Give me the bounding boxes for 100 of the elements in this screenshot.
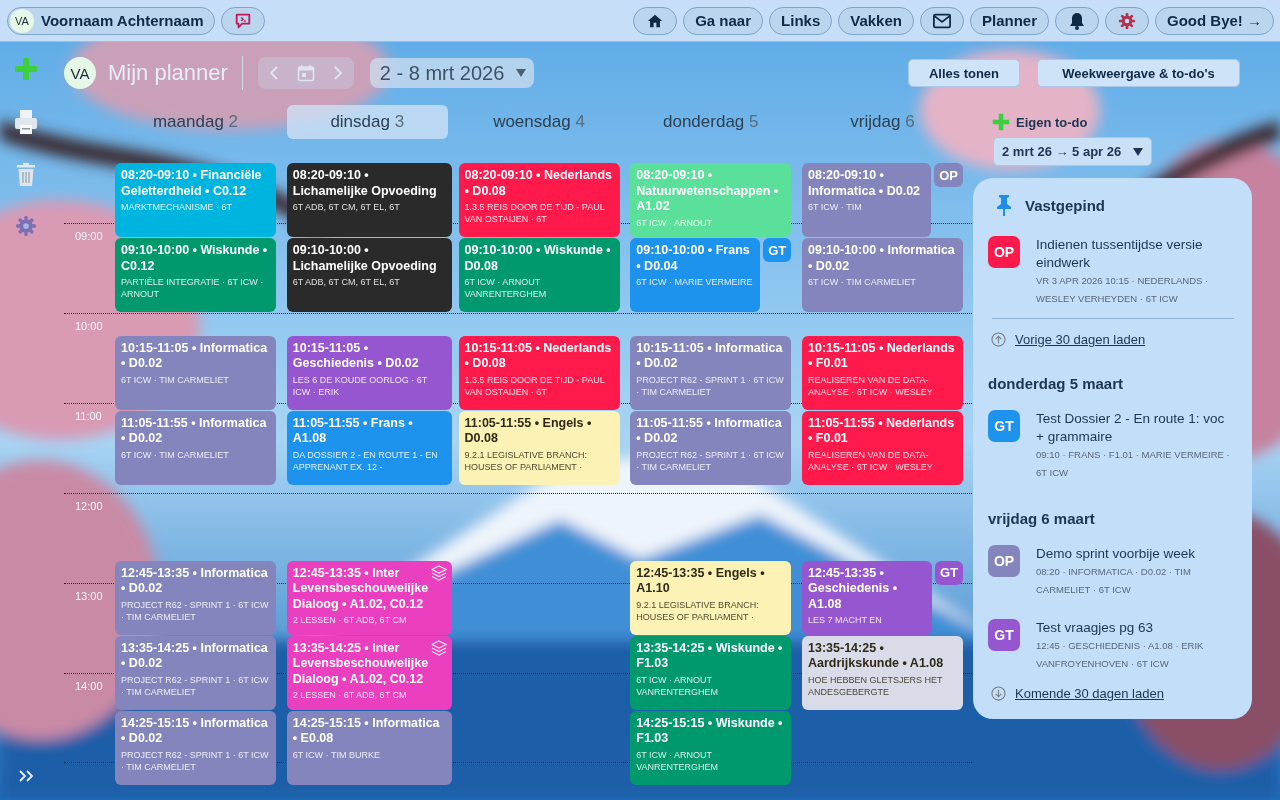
caret-icon bbox=[1133, 147, 1144, 156]
user-name: Voornaam Achternaam bbox=[41, 12, 204, 29]
lesson-card[interactable]: 14:25-15:15 • Informatica • E0.08 6T ICW · TIM BURKE bbox=[286, 710, 453, 785]
mail-button[interactable] bbox=[919, 6, 964, 35]
lesson-title: 09:10-10:00 • Wiskunde • D0.08 bbox=[464, 243, 612, 274]
todo-tag: GT bbox=[988, 410, 1020, 442]
lesson-card[interactable]: 12:45-13:35 • Engels • A1.10 9.2.1 LEGISLATIVE BRANCH: HOUSES OF PARLIAMENT · bbox=[630, 560, 792, 635]
todo-title: Eigen to-do bbox=[1016, 114, 1088, 130]
nav-button[interactable]: Ga naar bbox=[683, 6, 764, 35]
lesson-card[interactable]: 08:20-09:10 • Nederlands • D0.08 1.3.5 REIS DOOR DE TIJD - PAUL VAN OSTAIJEN · 6T bbox=[458, 163, 620, 237]
printer-icon[interactable] bbox=[14, 109, 38, 135]
lesson-card[interactable]: 12:45-13:35 • Geschiedenis • A1.08 LES 7 MACHT EN bbox=[802, 560, 932, 635]
chat-button[interactable] bbox=[220, 6, 265, 35]
day-tab[interactable]: vrijdag 6 bbox=[802, 105, 963, 139]
lesson-card[interactable]: 10:15-11:05 • Geschiedenis • D0.02 LES 6 DE KOUDE OORLOG · 6T ICW · ERIK bbox=[286, 335, 453, 410]
lesson-card[interactable]: 10:15-11:05 • Informatica • D0.02 6T ICW · TIM CARMELIET bbox=[115, 335, 276, 410]
lesson-card[interactable]: 10:15-11:05 • Nederlands • F0.01 REALISEREN VAN DE DATA-ANALYSE · 6T ICW · WESLEY bbox=[802, 335, 963, 410]
lesson-title: 11:05-11:55 • Informatica • D0.02 bbox=[121, 415, 268, 447]
settings-icon bbox=[1118, 11, 1136, 30]
lesson-card[interactable]: 11:05-11:55 • Frans • A1.08 DA DOSSIER 2 - EN ROUTE 1 - EN APPRENANT EX. 12 - bbox=[286, 410, 453, 485]
lesson-detail: 6T ICW · ARNOUT VANRENTERGHEM bbox=[636, 673, 720, 698]
lesson-detail: 6T ADB, 6T CM, 6T EL, 6T bbox=[292, 276, 401, 288]
todo-meta: 12:45 · GESCHIEDENIS · A1.08 · ERIK VANFROYENHOVEN · 6T ICW bbox=[1036, 639, 1205, 671]
lesson-card[interactable]: 08:20-09:10 • Informatica • D0.02 6T ICW · TIM bbox=[802, 163, 932, 237]
view-button[interactable]: Alles tonen bbox=[908, 59, 1020, 87]
hour-label: 09:00 bbox=[75, 230, 103, 242]
user-menu-button[interactable]: VA Voornaam Achternaam bbox=[7, 6, 215, 35]
bell-icon bbox=[1069, 11, 1085, 30]
lesson-card[interactable]: 09:10-10:00 • Lichamelijke Opvoeding 6T ADB, 6T CM, 6T EL, 6T bbox=[286, 238, 453, 312]
week-dropdown[interactable]: 2 - 8 mrt 2026 bbox=[369, 58, 535, 88]
settings-button[interactable] bbox=[1105, 6, 1149, 35]
lesson-card[interactable]: 09:10-10:00 • Frans • D0.04 6T ICW · MARIE VERMEIRE bbox=[630, 238, 761, 312]
lesson-detail: PROJECT R62 - SPRINT 1 · 6T ICW · TIM CARMELIET bbox=[121, 598, 270, 623]
todo-meta: VR 3 APR 2026 10:15 · NEDERLANDS · WESLEY VERHEYDEN · 6T ICW bbox=[1036, 274, 1210, 306]
mail-icon bbox=[932, 12, 951, 29]
todo-item[interactable]: GT Test Dossier 2 - En route 1: voc + grammaire 09:10 · FRANS · F1.01 · MARIE VERMEIRE · 6T ICW bbox=[988, 410, 1234, 482]
date-range-dropdown[interactable]: 2 mrt 26 → 5 apr 26 bbox=[993, 137, 1153, 166]
hour-label: 13:00 bbox=[75, 590, 103, 602]
home-button[interactable] bbox=[633, 6, 678, 35]
day-tab[interactable]: maandag 2 bbox=[115, 105, 276, 139]
lesson-card[interactable]: 09:10-10:00 • Informatica • D0.02 6T ICW · TIM CARMELIET bbox=[802, 238, 963, 312]
layers-icon bbox=[431, 639, 448, 656]
lesson-card[interactable]: 13:35-14:25 • Aardrijkskunde • A1.08 HOE HEBBEN GLETSJERS HET ANDESGEBERGTE bbox=[802, 635, 963, 710]
notifications-button[interactable] bbox=[1055, 6, 1099, 35]
lesson-detail: 6T ICW · ARNOUT bbox=[636, 216, 714, 229]
lesson-title: 10:15-11:05 • Informatica • D0.02 bbox=[121, 340, 269, 372]
lesson-card[interactable]: 11:05-11:55 • Informatica • D0.02 6T ICW · TIM CARMELIET bbox=[115, 410, 276, 485]
lesson-card[interactable]: 14:25-15:15 • Wiskunde • F1.03 6T ICW · ARNOUT VANRENTERGHEM bbox=[630, 710, 792, 785]
lesson-card[interactable]: 11:05-11:55 • Nederlands • F0.01 REALISEREN VAN DE DATA-ANALYSE · 6T ICW · WESLEY bbox=[802, 410, 963, 485]
nav-button[interactable]: Vakken bbox=[838, 6, 914, 35]
lesson-detail: MARKTMECHANISME · 6T bbox=[121, 201, 233, 213]
lesson-detail: 2 LESSEN · 6T ADB, 6T CM bbox=[292, 614, 408, 626]
lesson-card[interactable]: 08:20-09:10 • Financiële Geletterdheid • C0.12 MARKTMECHANISME · 6T bbox=[115, 163, 276, 237]
lesson-title: 13:35-14:25 • Aardrijkskunde • A1.08 bbox=[808, 640, 945, 672]
lesson-card[interactable]: 14:25-15:15 • Informatica • D0.02 PROJECT R62 - SPRINT 1 · 6T ICW · TIM CARMELIET bbox=[115, 710, 276, 785]
todo-item[interactable]: OP Indienen tussentijdse versie eindwerk VR 3 APR 2026 10:15 · NEDERLANDS · WESLEY VERHEYDEN · 6T ICW bbox=[988, 236, 1234, 308]
day-tab[interactable]: dinsdag 3 bbox=[286, 105, 448, 139]
expand-icon[interactable] bbox=[18, 769, 34, 783]
lesson-card[interactable]: 09:10-10:00 • Wiskunde • C0.12 PARTIËLE INTEGRATIE · 6T ICW · ARNOUT bbox=[115, 238, 276, 312]
todo-title: Test vraagjes pg 63 bbox=[1036, 619, 1155, 637]
day-tab[interactable]: donderdag 5 bbox=[630, 105, 792, 139]
lesson-card[interactable]: 13:35-14:25 • Inter Levensbeschouwelijke Dialoog • A1.02, C0.12 2 LESSEN · 6T ADB, 6T CM bbox=[286, 635, 453, 710]
day-heading: donderdag 5 maart bbox=[988, 375, 1125, 392]
lesson-title: 12:45-13:35 • Inter Levensbeschouwelijke Dialoog • A1.02, C0.12 bbox=[292, 565, 429, 612]
lesson-card[interactable]: 12:45-13:35 • Inter Levensbeschouwelijke Dialoog • A1.02, C0.12 2 LESSEN · 6T ADB, 6T CM bbox=[286, 560, 453, 635]
chevron-left-icon bbox=[269, 66, 278, 80]
lesson-detail: 1.3.5 REIS DOOR DE TIJD - PAUL VAN OSTAIJEN · 6T bbox=[464, 373, 606, 398]
nav-button[interactable]: Planner bbox=[969, 6, 1049, 35]
todo-tag: OP bbox=[988, 236, 1020, 268]
lesson-card[interactable]: 10:15-11:05 • Informatica • D0.02 PROJECT R62 - SPRINT 1 · 6T ICW · TIM CARMELIET bbox=[630, 335, 792, 410]
lesson-card[interactable]: 09:10-10:00 • Wiskunde • D0.08 6T ICW · ARNOUT VANRENTERGHEM bbox=[458, 238, 620, 312]
hour-label: 14:00 bbox=[75, 680, 103, 692]
lesson-card[interactable]: 11:05-11:55 • Informatica • D0.02 PROJECT R62 - SPRINT 1 · 6T ICW · TIM CARMELIET bbox=[630, 410, 792, 485]
lesson-title: 13:35-14:25 • Inter Levensbeschouwelijke Dialoog • A1.02, C0.12 bbox=[292, 640, 429, 687]
lesson-detail: PROJECT R62 - SPRINT 1 · 6T ICW · TIM CARMELIET bbox=[121, 748, 270, 773]
lesson-card[interactable]: 12:45-13:35 • Informatica • D0.02 PROJECT R62 - SPRINT 1 · 6T ICW · TIM CARMELIET bbox=[115, 560, 276, 635]
nav-button[interactable]: Links bbox=[769, 6, 833, 35]
chevron-right-icon bbox=[333, 66, 342, 80]
lesson-card[interactable]: 10:15-11:05 • Nederlands • D0.08 1.3.5 REIS DOOR DE TIJD - PAUL VAN OSTAIJEN · 6T bbox=[458, 335, 620, 410]
lesson-detail: 6T ICW · MARIE VERMEIRE bbox=[636, 276, 754, 288]
todo-item[interactable]: GT Test vraagjes pg 63 12:45 · GESCHIEDENIS · A1.08 · ERIK VANFROYENHOVEN · 6T ICW bbox=[988, 619, 1234, 673]
lesson-title: 12:45-13:35 • Engels • A1.10 bbox=[636, 565, 766, 597]
lesson-card[interactable]: 13:35-14:25 • Informatica • D0.02 PROJECT R62 - SPRINT 1 · 6T ICW · TIM CARMELIET bbox=[115, 635, 276, 710]
lesson-card[interactable]: 08:20-09:10 • Lichamelijke Opvoeding 6T ADB, 6T CM, 6T EL, 6T bbox=[286, 163, 453, 237]
lesson-card[interactable]: 13:35-14:25 • Wiskunde • F1.03 6T ICW · ARNOUT VANRENTERGHEM bbox=[630, 635, 792, 710]
lesson-title: 12:45-13:35 • Informatica • D0.02 bbox=[121, 565, 269, 597]
todo-item[interactable]: OP Demo sprint voorbije week 08:20 · INFORMATICA · D0.02 · TIM CARMELIET · 6T ICW bbox=[988, 545, 1234, 599]
logout-button[interactable]: Good Bye! → bbox=[1155, 6, 1274, 35]
load-next-link[interactable]: Komende 30 dagen laden bbox=[1015, 686, 1164, 701]
lesson-detail: PARTIËLE INTEGRATIE · 6T ICW · ARNOUT bbox=[121, 276, 265, 300]
todo-meta: 09:10 · FRANS · F1.01 · MARIE VERMEIRE · 6T ICW bbox=[1036, 448, 1231, 480]
load-previous-link[interactable]: Vorige 30 dagen laden bbox=[1015, 332, 1146, 347]
lesson-detail: DA DOSSIER 2 - EN ROUTE 1 - EN APPRENANT EX. 12 - bbox=[292, 448, 439, 473]
lesson-card[interactable]: 11:05-11:55 • Engels • D0.08 9.2.1 LEGISLATIVE BRANCH: HOUSES OF PARLIAMENT · bbox=[458, 410, 620, 485]
view-button[interactable]: Weekweergave & to-do's bbox=[1037, 59, 1240, 87]
lesson-detail: 6T ICW · ARNOUT VANRENTERGHEM bbox=[464, 276, 548, 300]
lesson-title: 13:35-14:25 • Wiskunde • F1.03 bbox=[636, 640, 784, 672]
lesson-tag: GT bbox=[763, 238, 792, 262]
day-tab[interactable]: woensdag 4 bbox=[458, 105, 620, 139]
day-heading: vrijdag 6 maart bbox=[988, 510, 1096, 527]
